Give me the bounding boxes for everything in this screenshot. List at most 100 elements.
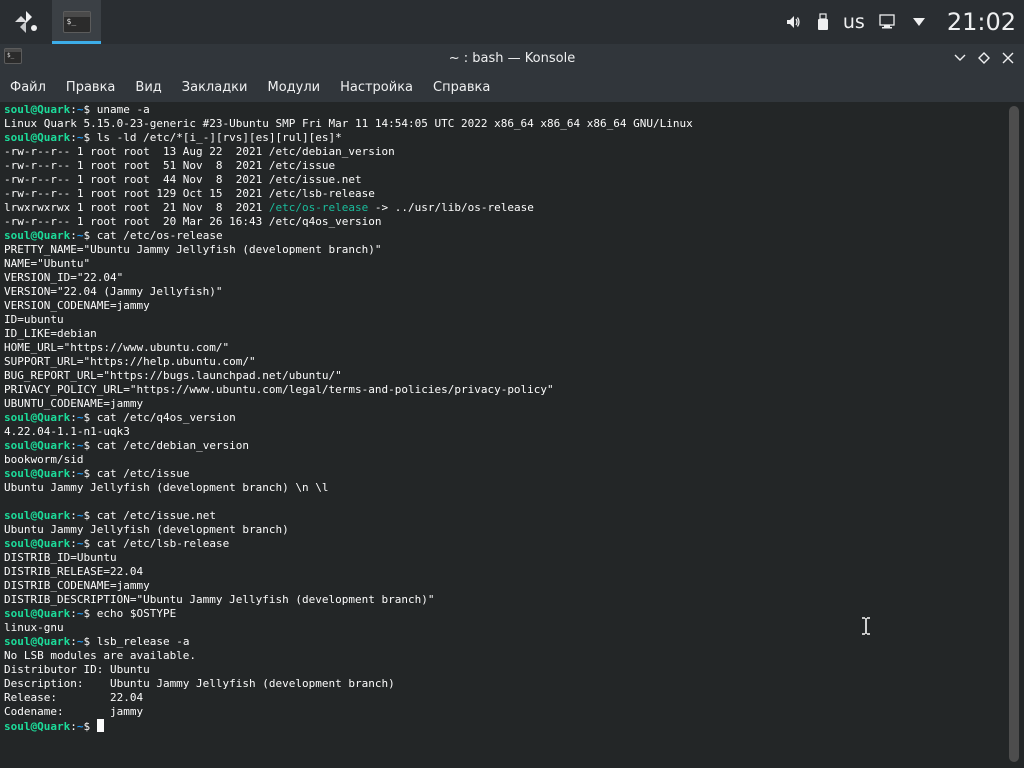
terminal-command-line: soul@Quark:~$ lsb_release -a — [4, 635, 1004, 649]
prompt-separator: : — [70, 607, 77, 620]
prompt-separator: : — [70, 635, 77, 648]
terminal-command-line: soul@Quark:~$ cat /etc/issue — [4, 467, 1004, 481]
prompt-end: $ — [83, 103, 97, 116]
terminal-output-line: -rw-r--r-- 1 root root 51 Nov 8 2021 /et… — [4, 159, 336, 172]
terminal-output-line: Ubuntu Jammy Jellyfish (development bran… — [4, 523, 289, 536]
prompt-end: $ — [83, 411, 97, 424]
terminal-output: soul@Quark:~$ uname -a Linux Quark 5.15.0… — [4, 103, 1004, 733]
prompt-separator: : — [70, 131, 77, 144]
terminal-command-line: soul@Quark:~$ — [4, 719, 1004, 733]
command-text: uname -a — [96, 103, 150, 116]
command-text: ls -ld /etc/*[i_-][rvs][es][rul][es]* — [96, 131, 342, 144]
terminal-icon: $_ — [62, 11, 91, 33]
terminal-command-line: soul@Quark:~$ cat /etc/debian_version — [4, 439, 1004, 453]
prompt-separator: : — [70, 103, 77, 116]
terminal-output-line: UBUNTU_CODENAME=jammy — [4, 397, 144, 410]
terminal-output-line: DISTRIB_RELEASE=22.04 — [4, 565, 144, 578]
menu-plugins[interactable]: Модули — [267, 80, 320, 95]
prompt-end: $ — [83, 607, 97, 620]
minimize-chevron-icon — [954, 54, 966, 61]
terminal-command-line: soul@Quark:~$ cat /etc/q4os_version — [4, 411, 1004, 425]
terminal-output-line: -rw-r--r-- 1 root root 44 Nov 8 2021 /et… — [4, 173, 362, 186]
prompt-separator: : — [70, 537, 77, 550]
prompt-user: soul@Quark — [4, 537, 71, 550]
terminal-output-line: VERSION="22.04 (Jammy Jellyfish)" — [4, 285, 223, 298]
menu-settings[interactable]: Настройка — [340, 80, 413, 95]
chevron-down-icon — [912, 18, 925, 26]
prompt-separator: : — [70, 467, 77, 480]
menu-view[interactable]: Вид — [135, 80, 161, 95]
terminal-output-line: DISTRIB_CODENAME=jammy — [4, 579, 150, 592]
network-wired-icon — [879, 14, 895, 29]
application-launcher-button[interactable] — [0, 0, 52, 44]
volume-button[interactable] — [785, 14, 801, 30]
terminal-output-line: Ubuntu Jammy Jellyfish (development bran… — [4, 481, 329, 494]
terminal-output-line: -rw-r--r-- 1 root root 13 Aug 22 2021 /e… — [4, 145, 395, 158]
prompt-separator: : — [70, 411, 77, 424]
terminal-output-line: SUPPORT_URL="https://help.ubuntu.com/" — [4, 355, 256, 368]
terminal-command-line: soul@Quark:~$ cat /etc/issue.net — [4, 509, 1004, 523]
prompt-separator: : — [70, 509, 77, 522]
terminal-output-line: -rw-r--r-- 1 root root 129 Oct 15 2021 /… — [4, 187, 375, 200]
prompt-end: $ — [83, 537, 97, 550]
prompt-end: $ — [83, 720, 97, 733]
command-text: cat /etc/q4os_version — [96, 411, 236, 424]
prompt-separator: : — [70, 229, 77, 242]
terminal-output-line: DISTRIB_ID=Ubuntu — [4, 551, 117, 564]
terminal-output-line: Linux Quark 5.15.0-23-generic #23-Ubuntu… — [4, 117, 693, 130]
prompt-end: $ — [83, 229, 97, 242]
terminal-cursor — [96, 719, 104, 732]
prompt-user: soul@Quark — [4, 131, 71, 144]
prompt-end: $ — [83, 439, 97, 452]
taskbar-konsole-task[interactable]: $_ — [52, 0, 101, 44]
removable-devices-button[interactable] — [817, 13, 829, 31]
symlink-name: /etc/os-release — [268, 201, 369, 214]
network-button[interactable] — [879, 14, 897, 30]
terminal-view[interactable]: soul@Quark:~$ uname -a Linux Quark 5.15.0… — [0, 102, 1024, 768]
prompt-end: $ — [83, 131, 97, 144]
terminal-output-line: VERSION_ID="22.04" — [4, 271, 124, 284]
command-text: cat /etc/debian_version — [96, 439, 250, 452]
close-button[interactable] — [996, 46, 1020, 70]
command-text: cat /etc/os-release — [96, 229, 223, 242]
prompt-separator: : — [70, 439, 77, 452]
symlink-target: -> ../usr/lib/os-release — [368, 201, 534, 214]
terminal-command-line: soul@Quark:~$ cat /etc/os-release — [4, 229, 1004, 243]
menu-file[interactable]: Файл — [10, 80, 46, 95]
command-text: cat /etc/issue — [96, 467, 190, 480]
terminal-output-line: VERSION_CODENAME=jammy — [4, 299, 150, 312]
terminal-command-line: soul@Quark:~$ ls -ld /etc/*[i_-][rvs][es… — [4, 131, 1004, 145]
keyboard-layout-indicator[interactable]: us — [843, 11, 865, 33]
prompt-end: $ — [83, 467, 97, 480]
prompt-end: $ — [83, 635, 97, 648]
prompt-user: soul@Quark — [4, 635, 71, 648]
terminal-output-line: No LSB modules are available. — [4, 649, 197, 662]
text-cursor-ibeam-icon — [862, 617, 870, 635]
prompt-end: $ — [83, 509, 97, 522]
terminal-command-line: soul@Quark:~$ uname -a — [4, 103, 1004, 117]
menu-bookmarks[interactable]: Закладки — [182, 80, 248, 95]
terminal-output-line: PRIVACY_POLICY_URL="https://www.ubuntu.c… — [4, 383, 554, 396]
menu-help[interactable]: Справка — [433, 80, 490, 95]
maximize-button[interactable] — [972, 46, 996, 70]
output-text: lrwxrwxrwx 1 root root 21 Nov 8 2021 — [4, 201, 269, 214]
tray-expand-button[interactable] — [912, 18, 925, 26]
terminal-output-line: Description: Ubuntu Jammy Jellyfish (dev… — [4, 677, 395, 690]
menu-edit[interactable]: Правка — [66, 80, 115, 95]
window-titlebar[interactable]: $_ ~ : bash — Konsole — [0, 44, 1024, 72]
terminal-command-line: soul@Quark:~$ cat /etc/lsb-release — [4, 537, 1004, 551]
prompt-user: soul@Quark — [4, 509, 71, 522]
terminal-output-line: HOME_URL="https://www.ubuntu.com/" — [4, 341, 230, 354]
terminal-output-line: 4.22.04-1.1-n1-uqk3 — [4, 425, 130, 438]
terminal-output-line: ID=ubuntu — [4, 313, 64, 326]
clock[interactable]: 21:02 — [947, 8, 1016, 36]
terminal-output-line: linux-gnu — [4, 621, 64, 634]
prompt-user: soul@Quark — [4, 229, 71, 242]
prompt-user: soul@Quark — [4, 720, 71, 733]
prompt-user: soul@Quark — [4, 103, 71, 116]
application-launcher-icon — [15, 11, 37, 33]
terminal-scrollbar[interactable] — [1009, 106, 1019, 762]
minimize-button[interactable] — [948, 46, 972, 70]
command-text: echo $OSTYPE — [96, 607, 177, 620]
